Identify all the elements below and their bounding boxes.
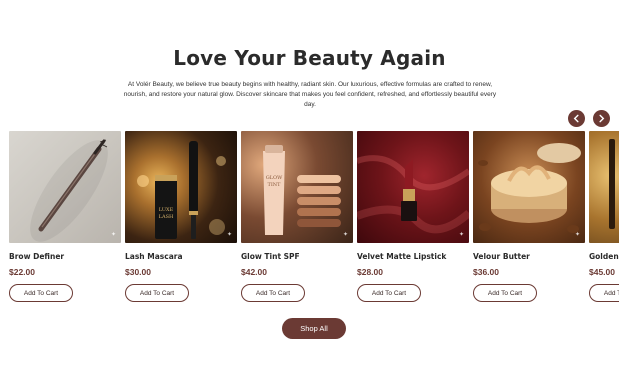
product-card[interactable]: ✦ Velvet Matte Lipstick $28.00 Add To Ca… — [357, 131, 469, 302]
section-intro: At Volér Beauty, we believe true beauty … — [123, 81, 497, 108]
section-title: Love Your Beauty Again — [173, 46, 446, 70]
product-price: $22.00 — [9, 267, 35, 277]
product-card[interactable]: Golden $45.00 Add To Cart — [589, 131, 619, 302]
product-image-mascara[interactable]: LUXE LASH ✦ — [125, 131, 237, 243]
butter-jar-icon — [478, 143, 581, 233]
product-name[interactable]: Lash Mascara — [125, 252, 183, 261]
mascara-icon: LUXE LASH — [137, 141, 226, 239]
carousel-next-button[interactable] — [593, 110, 610, 127]
sparkle-icon: ✦ — [574, 231, 580, 238]
add-to-cart-button[interactable]: Add To Cart — [589, 284, 619, 302]
sparkle-icon: ✦ — [110, 231, 116, 238]
svg-text:TINT: TINT — [267, 182, 281, 188]
product-price: $45.00 — [589, 267, 615, 277]
product-image-golden[interactable] — [589, 131, 619, 243]
chevron-left-icon — [573, 114, 579, 123]
add-to-cart-button[interactable]: Add To Cart — [473, 284, 537, 302]
product-name[interactable]: Velour Butter — [473, 252, 530, 261]
product-name[interactable]: Golden — [589, 252, 619, 261]
product-card[interactable]: ✦ Velour Butter $36.00 Add To Cart — [473, 131, 585, 302]
product-price: $42.00 — [241, 267, 267, 277]
brow-pencil-icon — [30, 139, 108, 242]
product-price: $30.00 — [125, 267, 151, 277]
product-card[interactable]: GLOW TINT ✦ Glow Tint SPF $42.00 Add To … — [241, 131, 353, 302]
product-carousel: ✦ Brow Definer $22.00 Add To Cart LUXE L… — [0, 131, 619, 311]
add-to-cart-button[interactable]: Add To Cart — [357, 284, 421, 302]
sparkle-icon: ✦ — [226, 231, 232, 238]
shop-all-button[interactable]: Shop All — [282, 318, 346, 339]
add-to-cart-button[interactable]: Add To Cart — [241, 284, 305, 302]
tint-logo-line1: GLOW — [266, 175, 283, 181]
product-price: $28.00 — [357, 267, 383, 277]
product-image-brow-pencil[interactable]: ✦ — [9, 131, 121, 243]
product-image-lipstick[interactable]: ✦ — [357, 131, 469, 243]
tint-tube-icon: GLOW TINT — [263, 145, 341, 235]
product-name[interactable]: Velvet Matte Lipstick — [357, 252, 446, 261]
mascara-logo-line1: LUXE — [159, 207, 174, 213]
sparkle-icon: ✦ — [458, 231, 464, 238]
sparkle-icon: ✦ — [342, 231, 348, 238]
add-to-cart-button[interactable]: Add To Cart — [9, 284, 73, 302]
lipstick-icon — [357, 155, 469, 234]
product-image-butter-jar[interactable]: ✦ — [473, 131, 585, 243]
product-image-tint-tube[interactable]: GLOW TINT ✦ — [241, 131, 353, 243]
chevron-right-icon — [599, 114, 605, 123]
carousel-prev-button[interactable] — [568, 110, 585, 127]
product-card[interactable]: ✦ Brow Definer $22.00 Add To Cart — [9, 131, 121, 302]
product-name[interactable]: Glow Tint SPF — [241, 252, 300, 261]
product-card[interactable]: LUXE LASH ✦ Lash Mascara $30.00 Add To C… — [125, 131, 237, 302]
golden-product-icon — [609, 139, 615, 229]
add-to-cart-button[interactable]: Add To Cart — [125, 284, 189, 302]
product-name[interactable]: Brow Definer — [9, 252, 64, 261]
product-price: $36.00 — [473, 267, 499, 277]
svg-text:LASH: LASH — [159, 214, 174, 220]
